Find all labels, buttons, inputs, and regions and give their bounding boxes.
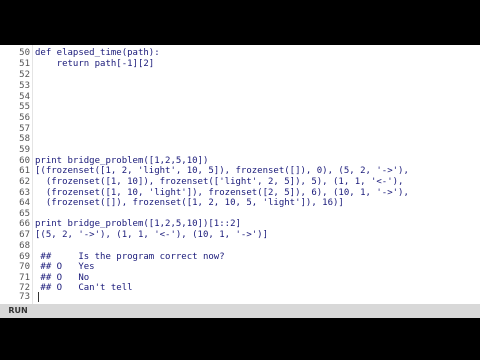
code-line: 56	[0, 113, 480, 124]
code-line: 55	[0, 102, 480, 113]
code-line: 64 (frozenset([]), frozenset([1, 2, 10, …	[0, 198, 480, 209]
line-number: 68	[19, 241, 30, 251]
line-number: 64	[19, 198, 30, 208]
code-text: [(5, 2, '->'), (1, 1, '<-'), (10, 1, '->…	[35, 230, 268, 240]
run-button[interactable]: RUN	[0, 304, 36, 318]
line-number: 70	[19, 262, 30, 272]
top-black-bar	[0, 0, 480, 45]
line-number: 58	[19, 134, 30, 144]
code-line: 61 [(frozenset([1, 2, 'light', 10, 5]), f…	[0, 166, 480, 177]
code-line: 73	[0, 292, 480, 303]
code-text: [(frozenset([1, 2, 'light', 10, 5]), fro…	[35, 166, 409, 176]
line-number: 61	[19, 166, 30, 176]
bottom-black-bar	[0, 318, 480, 360]
text-cursor	[38, 292, 39, 302]
code-line: 51 return path[-1][2]	[0, 59, 480, 70]
code-line: 66 print bridge_problem([1,2,5,10])[1::2]	[0, 219, 480, 230]
line-number: 56	[19, 113, 30, 123]
code-text: return path[-1][2]	[35, 59, 155, 69]
line-number: 62	[19, 177, 30, 187]
code-line: 62 (frozenset([1, 10]), frozenset(['ligh…	[0, 177, 480, 188]
line-number: 66	[19, 219, 30, 229]
code-line: 50 def elapsed_time(path):	[0, 48, 480, 59]
line-number: 53	[19, 81, 30, 91]
code-text: (frozenset([1, 10]), frozenset(['light',…	[35, 177, 404, 187]
code-line: 52	[0, 70, 480, 81]
line-number: 51	[19, 59, 30, 69]
code-editor[interactable]: 50 def elapsed_time(path): 51 return path…	[0, 45, 480, 304]
code-line: 70 ## O Yes	[0, 262, 480, 273]
code-line: 59	[0, 145, 480, 156]
line-number: 55	[19, 102, 30, 112]
code-line: 68	[0, 241, 480, 252]
run-bar	[0, 304, 480, 318]
line-number: 59	[19, 145, 30, 155]
code-line: 53	[0, 81, 480, 92]
line-number: 50	[19, 48, 30, 58]
code-text: def elapsed_time(path):	[35, 48, 160, 58]
code-text: ## O Yes	[35, 262, 95, 272]
code-line: 58	[0, 134, 480, 145]
line-number: 73	[19, 292, 30, 302]
code-line: 67 [(5, 2, '->'), (1, 1, '<-'), (10, 1, '…	[0, 230, 480, 241]
code-text: (frozenset([]), frozenset([1, 2, 10, 5, …	[35, 198, 344, 208]
line-number: 52	[19, 70, 30, 80]
line-number: 67	[19, 230, 30, 240]
code-text: print bridge_problem([1,2,5,10])[1::2]	[35, 219, 241, 229]
